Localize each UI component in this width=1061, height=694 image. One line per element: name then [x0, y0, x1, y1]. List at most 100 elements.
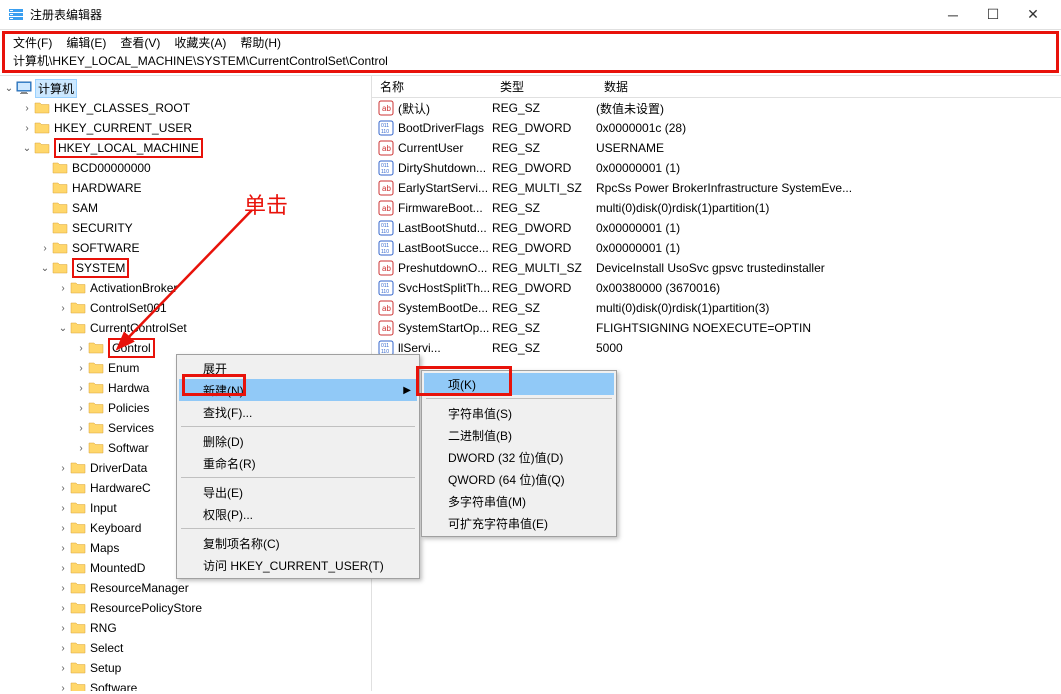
chevron-right-icon[interactable]: ›: [20, 103, 34, 114]
chevron-right-icon[interactable]: ›: [56, 523, 70, 534]
chevron-right-icon[interactable]: ›: [56, 283, 70, 294]
list-row[interactable]: 011110BootDriverFlagsREG_DWORD0x0000001c…: [372, 118, 1061, 138]
tree-item[interactable]: ›HKEY_CURRENT_USER: [0, 118, 371, 138]
list-row[interactable]: abCurrentUserREG_SZUSERNAME: [372, 138, 1061, 158]
close-button[interactable]: ✕: [1013, 0, 1053, 30]
value-name: (默认): [398, 100, 492, 117]
list-row[interactable]: ab(默认)REG_SZ(数值未设置): [372, 98, 1061, 118]
list-row[interactable]: 011110LastBootSucce...REG_DWORD0x0000000…: [372, 238, 1061, 258]
list-row[interactable]: abPreshutdownO...REG_MULTI_SZDeviceInsta…: [372, 258, 1061, 278]
chevron-down-icon[interactable]: ⌄: [56, 323, 70, 334]
menu-help[interactable]: 帮助(H): [240, 34, 281, 51]
chevron-down-icon[interactable]: ⌄: [38, 263, 52, 274]
value-data: RpcSs Power BrokerInfrastructure SystemE…: [596, 181, 1061, 195]
tree-item[interactable]: ⌄SYSTEM: [0, 258, 371, 278]
menu-item[interactable]: 二进制值(B): [424, 424, 614, 446]
menu-item[interactable]: 复制项名称(C): [179, 532, 417, 554]
chevron-right-icon[interactable]: ›: [56, 543, 70, 554]
header-name[interactable]: 名称: [372, 78, 492, 95]
list-row[interactable]: abSystemBootDe...REG_SZmulti(0)disk(0)rd…: [372, 298, 1061, 318]
tree-item[interactable]: ›HKEY_CLASSES_ROOT: [0, 98, 371, 118]
list-row[interactable]: abSystemStartOp...REG_SZ FLIGHTSIGNING N…: [372, 318, 1061, 338]
tree-item[interactable]: ›Software: [0, 678, 371, 691]
list-row[interactable]: 011110SvcHostSplitTh...REG_DWORD0x003800…: [372, 278, 1061, 298]
tree-item[interactable]: ›ControlSet001: [0, 298, 371, 318]
tree-item[interactable]: ›ResourcePolicyStore: [0, 598, 371, 618]
tree-item[interactable]: ›BCD00000000: [0, 158, 371, 178]
menu-item[interactable]: 展开: [179, 357, 417, 379]
menu-item[interactable]: 查找(F)...: [179, 401, 417, 423]
header-type[interactable]: 类型: [492, 78, 596, 95]
submenu-arrow-icon: ▶: [403, 385, 411, 396]
list-row[interactable]: abFirmwareBoot...REG_SZmulti(0)disk(0)rd…: [372, 198, 1061, 218]
menu-item[interactable]: 权限(P)...: [179, 503, 417, 525]
menu-view[interactable]: 查看(V): [120, 34, 160, 51]
chevron-right-icon[interactable]: ›: [56, 483, 70, 494]
chevron-right-icon[interactable]: ›: [74, 403, 88, 414]
menu-item[interactable]: DWORD (32 位)值(D): [424, 446, 614, 468]
menu-item[interactable]: 导出(E): [179, 481, 417, 503]
svg-text:ab: ab: [382, 184, 391, 193]
tree-item[interactable]: ⌄HKEY_LOCAL_MACHINE: [0, 138, 371, 158]
menu-edit[interactable]: 编辑(E): [66, 34, 106, 51]
chevron-right-icon[interactable]: ›: [56, 303, 70, 314]
chevron-right-icon[interactable]: ›: [74, 423, 88, 434]
tree-item[interactable]: ›ActivationBroker: [0, 278, 371, 298]
list-row[interactable]: 011110LastBootShutd...REG_DWORD0x0000000…: [372, 218, 1061, 238]
menu-item[interactable]: 访问 HKEY_CURRENT_USER(T): [179, 554, 417, 576]
chevron-right-icon[interactable]: ›: [56, 663, 70, 674]
address-bar[interactable]: 计算机\HKEY_LOCAL_MACHINE\SYSTEM\CurrentCon…: [2, 51, 1059, 73]
tree-item-label: Keyboard: [90, 521, 141, 535]
chevron-right-icon[interactable]: ›: [56, 503, 70, 514]
menu-item[interactable]: 删除(D): [179, 430, 417, 452]
tree-item-label: HARDWARE: [72, 181, 142, 195]
menu-item[interactable]: 可扩充字符串值(E): [424, 512, 614, 534]
chevron-right-icon[interactable]: ›: [20, 123, 34, 134]
menu-favorites[interactable]: 收藏夹(A): [174, 34, 226, 51]
chevron-down-icon[interactable]: ⌄: [2, 83, 16, 94]
chevron-right-icon[interactable]: ›: [56, 683, 70, 692]
tree-item[interactable]: ›Select: [0, 638, 371, 658]
folder-icon: [34, 140, 50, 156]
minimize-button[interactable]: ─: [933, 0, 973, 30]
chevron-right-icon[interactable]: ›: [38, 243, 52, 254]
tree-item[interactable]: ›RNG: [0, 618, 371, 638]
maximize-button[interactable]: ☐: [973, 0, 1013, 30]
chevron-right-icon[interactable]: ›: [56, 583, 70, 594]
context-submenu[interactable]: 项(K) 字符串值(S)二进制值(B)DWORD (32 位)值(D)QWORD …: [421, 370, 617, 537]
list-body[interactable]: ab(默认)REG_SZ(数值未设置)011110BootDriverFlags…: [372, 98, 1061, 358]
menu-item[interactable]: 多字符串值(M): [424, 490, 614, 512]
list-row[interactable]: 011110llServi...REG_SZ5000: [372, 338, 1061, 358]
tree-item[interactable]: ›SAM: [0, 198, 371, 218]
value-data: multi(0)disk(0)rdisk(1)partition(3): [596, 301, 1061, 315]
menu-item[interactable]: 新建(N) ▶: [179, 379, 417, 401]
menu-item[interactable]: 项(K): [424, 373, 614, 395]
menu-file[interactable]: 文件(F): [13, 34, 52, 51]
chevron-right-icon[interactable]: ›: [56, 643, 70, 654]
menu-item[interactable]: 字符串值(S): [424, 402, 614, 424]
tree-item[interactable]: ›Setup: [0, 658, 371, 678]
header-data[interactable]: 数据: [596, 78, 1061, 95]
menu-item[interactable]: 重命名(R): [179, 452, 417, 474]
tree-item[interactable]: ›SOFTWARE: [0, 238, 371, 258]
chevron-right-icon[interactable]: ›: [74, 343, 88, 354]
chevron-right-icon[interactable]: ›: [74, 383, 88, 394]
list-row[interactable]: abEarlyStartServi...REG_MULTI_SZRpcSs Po…: [372, 178, 1061, 198]
chevron-right-icon[interactable]: ›: [56, 463, 70, 474]
tree-item[interactable]: ›SECURITY: [0, 218, 371, 238]
chevron-right-icon[interactable]: ›: [74, 443, 88, 454]
menu-item[interactable]: QWORD (64 位)值(Q): [424, 468, 614, 490]
chevron-right-icon[interactable]: ›: [56, 603, 70, 614]
context-menu[interactable]: 展开新建(N) ▶ 查找(F)... 删除(D)重命名(R) 导出(E)权限(P)...…: [176, 354, 420, 579]
tree-item[interactable]: ›HARDWARE: [0, 178, 371, 198]
tree-item[interactable]: ⌄CurrentControlSet: [0, 318, 371, 338]
list-row[interactable]: 011110DirtyShutdown...REG_DWORD0x0000000…: [372, 158, 1061, 178]
tree-item[interactable]: ⌄计算机: [0, 78, 371, 98]
chevron-right-icon[interactable]: ›: [56, 563, 70, 574]
chevron-down-icon[interactable]: ⌄: [20, 143, 34, 154]
chevron-right-icon[interactable]: ›: [74, 363, 88, 374]
svg-text:ab: ab: [382, 104, 391, 113]
tree-item[interactable]: ›ResourceManager: [0, 578, 371, 598]
chevron-right-icon[interactable]: ›: [56, 623, 70, 634]
menu-item-label: 新建(N): [203, 382, 244, 399]
